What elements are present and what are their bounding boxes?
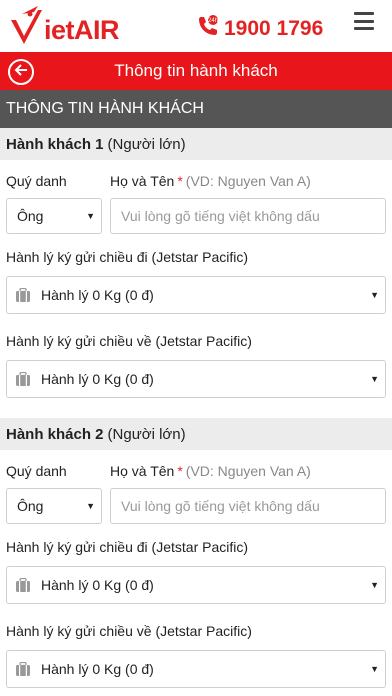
name-label: Họ và Tên: [110, 463, 175, 479]
menu-icon[interactable]: [354, 12, 374, 30]
full-name-input[interactable]: [110, 198, 386, 234]
caret-down-icon: ▼: [370, 290, 379, 300]
caret-down-icon: ▼: [86, 501, 95, 511]
section-header: THÔNG TIN HÀNH KHÁCH: [0, 90, 392, 128]
passenger-1-form: Quý danh Họ và Tên * (VD: Nguyen Van A) …: [0, 160, 392, 398]
luggage-icon: [15, 577, 31, 592]
baggage-outbound-value: Hành lý 0 Kg (0 đ): [41, 577, 154, 593]
back-button[interactable]: [8, 59, 34, 85]
full-name-input[interactable]: [110, 488, 386, 524]
caret-down-icon: ▼: [86, 211, 95, 221]
caret-down-icon: ▼: [370, 664, 379, 674]
baggage-return-value: Hành lý 0 Kg (0 đ): [41, 661, 154, 677]
vietair-logo[interactable]: ietAIR: [8, 0, 120, 52]
title-select[interactable]: Ông ▼: [6, 488, 102, 524]
luggage-icon: [15, 287, 31, 302]
passenger-heading: Hành khách 1: [6, 135, 104, 153]
passenger-2-form: Quý danh Họ và Tên * (VD: Nguyen Van A) …: [0, 450, 392, 688]
title-label: Quý danh: [6, 173, 67, 189]
hotline[interactable]: 24h 1900 1796: [196, 14, 323, 43]
phone-icon: 24h: [196, 14, 220, 43]
name-hint: (VD: Nguyen Van A): [185, 173, 311, 189]
passenger-type: (Người lớn): [107, 135, 186, 153]
page-title: Thông tin hành khách: [114, 61, 278, 80]
baggage-return-label: Hành lý ký gửi chiều về (Jetstar Pacific…: [6, 333, 252, 349]
required-mark: *: [177, 173, 183, 189]
svg-text:24h: 24h: [208, 18, 218, 24]
baggage-outbound-value: Hành lý 0 Kg (0 đ): [41, 287, 154, 303]
luggage-icon: [15, 661, 31, 676]
arrow-left-icon: [14, 63, 28, 82]
title-select-value: Ông: [17, 208, 44, 224]
title-bar: Thông tin hành khách: [0, 52, 392, 90]
baggage-outbound-label: Hành lý ký gửi chiều đi (Jetstar Pacific…: [6, 539, 249, 555]
baggage-return-value: Hành lý 0 Kg (0 đ): [41, 371, 154, 387]
logo-text: ietAIR: [44, 14, 120, 45]
baggage-return-select[interactable]: Hành lý 0 Kg (0 đ) ▼: [6, 360, 386, 398]
luggage-icon: [15, 371, 31, 386]
hotline-number: 1900 1796: [224, 16, 324, 40]
top-bar: ietAIR 24h 1900 1796: [0, 0, 392, 52]
baggage-outbound-select[interactable]: Hành lý 0 Kg (0 đ) ▼: [6, 276, 386, 314]
passenger-2-header: Hành khách 2 (Người lớn): [0, 418, 392, 450]
title-select[interactable]: Ông ▼: [6, 198, 102, 234]
caret-down-icon: ▼: [370, 580, 379, 590]
baggage-outbound-label: Hành lý ký gửi chiều đi (Jetstar Pacific…: [6, 249, 249, 265]
title-label: Quý danh: [6, 463, 67, 479]
logo-mark-icon: [8, 4, 46, 48]
baggage-return-select[interactable]: Hành lý 0 Kg (0 đ) ▼: [6, 650, 386, 688]
passenger-type: (Người lớn): [107, 425, 186, 443]
caret-down-icon: ▼: [370, 374, 379, 384]
passenger-1-header: Hành khách 1 (Người lớn): [0, 128, 392, 160]
baggage-outbound-select[interactable]: Hành lý 0 Kg (0 đ) ▼: [6, 566, 386, 604]
name-label: Họ và Tên: [110, 173, 175, 189]
passenger-heading: Hành khách 2: [6, 425, 104, 443]
required-mark: *: [177, 463, 183, 479]
title-select-value: Ông: [17, 498, 44, 514]
baggage-return-label: Hành lý ký gửi chiều về (Jetstar Pacific…: [6, 623, 252, 639]
name-hint: (VD: Nguyen Van A): [185, 463, 311, 479]
